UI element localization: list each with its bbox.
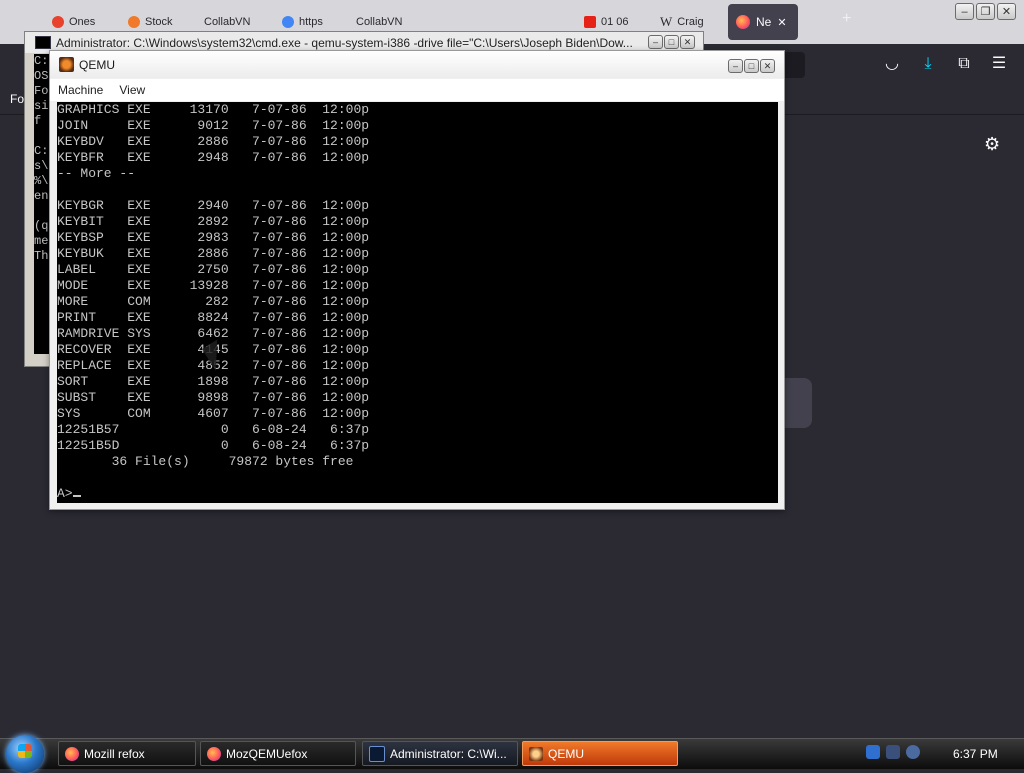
qemu-icon — [529, 746, 543, 761]
close-button[interactable]: ✕ — [760, 59, 775, 73]
system-tray — [866, 745, 920, 759]
minimize-button[interactable]: – — [728, 59, 743, 73]
minimize-button[interactable]: – — [648, 35, 663, 49]
close-button[interactable]: ✕ — [997, 3, 1016, 20]
tab-label: Craig — [677, 16, 704, 28]
dos-line: GRAPHICS EXE 13170 7-07-86 12:00p — [57, 102, 370, 117]
tab-label: Stock — [145, 16, 173, 28]
taskbar-button-firefox[interactable]: MozQEMUefox — [200, 741, 356, 766]
qemu-window: QEMU – □ ✕ Machine View GRAPHICS EXE 131… — [49, 50, 785, 510]
settings-gear-icon[interactable]: ⚙ — [984, 134, 1000, 155]
volume-icon[interactable] — [906, 745, 920, 759]
dos-line: SUBST EXE 9898 7-07-86 12:00p — [57, 390, 370, 405]
windows-logo-icon — [18, 744, 32, 758]
dos-line: MORE COM 282 7-07-86 12:00p — [57, 294, 370, 309]
text-cursor — [72, 495, 81, 497]
taskbar-button-label: QEMU — [548, 746, 584, 761]
qemu-title: QEMU — [79, 57, 115, 72]
dos-line: KEYBUK EXE 2886 7-07-86 12:00p — [57, 246, 370, 261]
new-tab-button[interactable]: + — [842, 10, 851, 28]
cmd-icon — [35, 36, 51, 49]
tab-label: 01 06 — [601, 16, 629, 28]
dos-line: RAMDRIVE SYS 6462 7-07-86 12:00p — [57, 326, 370, 341]
firefox-window-controls: – ❐ ✕ — [955, 3, 1016, 20]
taskbar-button-cmd[interactable]: Administrator: C:\Wi... — [362, 741, 518, 766]
dos-line: 12251B5D 0 6-08-24 6:37p — [57, 438, 370, 453]
dos-line: JOIN EXE 9012 7-07-86 12:00p — [57, 118, 370, 133]
tab-label: Ne — [756, 15, 772, 29]
firefox-icon — [207, 746, 221, 761]
dos-line: PRINT EXE 8824 7-07-86 12:00p — [57, 310, 370, 325]
dos-line: SORT EXE 1898 7-07-86 12:00p — [57, 374, 370, 389]
google-icon — [282, 16, 294, 28]
firefox-icon — [65, 746, 79, 761]
bookmark-item[interactable]: Fo — [10, 92, 24, 106]
tab-label: CollabVN — [356, 16, 403, 28]
tab-favicon-icon — [52, 16, 64, 28]
dos-line: LABEL EXE 2750 7-07-86 12:00p — [57, 262, 370, 277]
clock[interactable]: 6:37 PM — [953, 747, 998, 761]
maximize-button[interactable]: □ — [664, 35, 679, 49]
tab-label: CollabVN — [204, 16, 251, 28]
taskbar: Mozill refox MozQEMUefox Administrator: … — [0, 735, 1024, 773]
menu-icon[interactable]: ☰ — [990, 55, 1008, 73]
minimize-button[interactable]: – — [955, 3, 974, 20]
cmd-icon — [369, 745, 385, 762]
extensions-icon[interactable]: ⧉ — [955, 55, 973, 73]
qemu-icon — [59, 57, 74, 72]
download-icon[interactable]: ⤓ — [919, 55, 937, 73]
close-button[interactable]: ✕ — [680, 35, 695, 49]
dos-line: KEYBIT EXE 2892 7-07-86 12:00p — [57, 214, 370, 229]
taskbar-button-label: Mozill refox — [84, 746, 145, 761]
firefox-active-tab[interactable]: Ne ✕ — [728, 4, 798, 40]
wikipedia-icon: W — [660, 14, 673, 29]
dos-line: KEYBGR EXE 2940 7-07-86 12:00p — [57, 198, 370, 213]
close-tab-icon[interactable]: ✕ — [777, 16, 786, 29]
qemu-window-controls: – □ ✕ — [728, 59, 775, 73]
dos-line: KEYBSP EXE 2983 7-07-86 12:00p — [57, 230, 370, 245]
taskbar-button-firefox[interactable]: Mozill refox — [58, 741, 196, 766]
menu-view[interactable]: View — [111, 83, 153, 97]
tab-label: https — [299, 16, 323, 28]
pocket-icon[interactable]: ◡ — [883, 55, 901, 73]
qemu-titlebar[interactable]: QEMU – □ ✕ — [50, 51, 784, 78]
dos-line: SYS COM 4607 7-07-86 12:00p — [57, 406, 370, 421]
dos-line: KEYBFR EXE 2948 7-07-86 12:00p — [57, 150, 370, 165]
start-button[interactable] — [6, 735, 44, 773]
restore-button[interactable]: ❐ — [976, 3, 995, 20]
tab-favicon-icon — [128, 16, 140, 28]
taskbar-button-label: Administrator: C:\Wi... — [390, 746, 507, 761]
network-icon[interactable] — [886, 745, 900, 759]
cmd-window-controls: – □ ✕ — [648, 35, 695, 49]
dos-output: GRAPHICS EXE 13170 7-07-86 12:00p JOIN E… — [57, 102, 369, 502]
tab-label: Ones — [69, 16, 96, 28]
dos-line: 12251B57 0 6-08-24 6:37p — [57, 422, 370, 437]
dos-line: MODE EXE 13928 7-07-86 12:00p — [57, 278, 370, 293]
firefox-icon — [736, 15, 750, 29]
security-shield-icon[interactable] — [866, 745, 880, 759]
dos-prompt: A> — [57, 486, 73, 501]
dos-screen[interactable]: GRAPHICS EXE 13170 7-07-86 12:00p JOIN E… — [57, 102, 778, 503]
menu-machine[interactable]: Machine — [50, 83, 111, 97]
youtube-icon — [584, 16, 596, 28]
qemu-menubar: Machine View — [50, 79, 784, 101]
cmd-title: Administrator: C:\Windows\system32\cmd.e… — [56, 35, 633, 50]
dos-line: -- More -- — [57, 166, 136, 181]
dos-line: KEYBDV EXE 2886 7-07-86 12:00p — [57, 134, 370, 149]
maximize-button[interactable]: □ — [744, 59, 759, 73]
taskbar-button-qemu[interactable]: QEMU — [522, 741, 678, 766]
dos-line: 36 File(s) 79872 bytes free — [111, 454, 354, 469]
taskbar-button-label: MozQEMUefox — [226, 746, 308, 761]
